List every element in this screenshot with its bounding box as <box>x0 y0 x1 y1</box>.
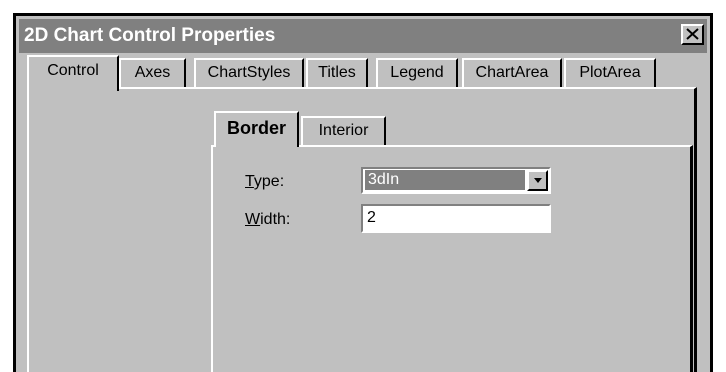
tab-control[interactable]: Control <box>27 55 119 91</box>
page: 2D Chart Control Properties Control Axes… <box>0 0 726 372</box>
tab-chartarea[interactable]: ChartArea <box>462 58 562 87</box>
subtab-border[interactable]: Border <box>214 111 299 147</box>
tab-label: ChartArea <box>475 64 549 81</box>
tab-label: Legend <box>390 64 444 81</box>
tab-label: Axes <box>134 64 171 81</box>
tab-legend[interactable]: Legend <box>376 58 458 87</box>
width-label-accelerator: W <box>245 211 261 228</box>
width-input[interactable]: 2 <box>361 204 551 233</box>
close-button[interactable] <box>681 24 704 45</box>
tab-label: PlotArea <box>579 64 641 81</box>
type-select[interactable]: 3dIn <box>361 167 551 194</box>
subtab-label: Border <box>226 118 286 138</box>
subtab-label: Interior <box>318 122 369 139</box>
width-label-text: idth: <box>260 211 291 228</box>
chevron-down-icon <box>534 178 542 183</box>
title-bar[interactable]: 2D Chart Control Properties <box>19 19 707 53</box>
subtab-interior[interactable]: Interior <box>301 116 386 145</box>
type-dropdown-button[interactable] <box>527 170 548 191</box>
tab-titles[interactable]: Titles <box>306 58 368 87</box>
width-label: Width: <box>245 210 290 230</box>
type-label: Type: <box>245 172 284 192</box>
tab-chartstyles[interactable]: ChartStyles <box>194 58 304 87</box>
window-title: 2D Chart Control Properties <box>24 25 276 46</box>
tab-label: Control <box>47 62 99 79</box>
tab-label: Titles <box>318 64 356 81</box>
tab-axes[interactable]: Axes <box>119 58 186 87</box>
type-select-value: 3dIn <box>364 169 526 191</box>
tab-plotarea[interactable]: PlotArea <box>564 58 656 87</box>
type-label-text: ype: <box>253 173 285 190</box>
tab-label: ChartStyles <box>207 64 291 81</box>
close-x-icon <box>686 28 699 40</box>
type-label-accelerator: T <box>245 173 254 190</box>
